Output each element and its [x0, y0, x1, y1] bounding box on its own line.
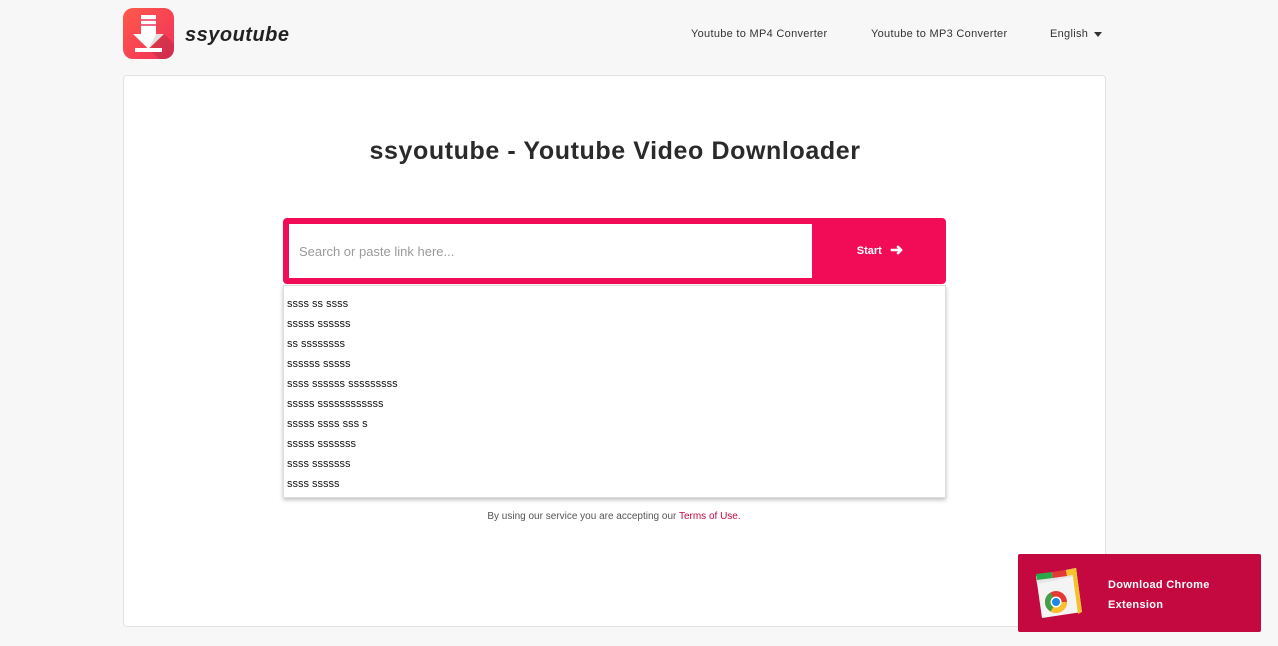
- suggestion-item[interactable]: ssss sssssss: [284, 454, 945, 474]
- suggestion-item[interactable]: ssssss sssss: [284, 354, 945, 374]
- terms-notice: By using our service you are accepting o…: [0, 511, 1228, 522]
- page-title: ssyoutube - Youtube Video Downloader: [369, 137, 861, 165]
- suggestion-item[interactable]: ss ssssssss: [284, 334, 945, 354]
- suggestion-item[interactable]: ssss sssss: [284, 474, 945, 494]
- suggestion-item[interactable]: sssss sssssss: [284, 434, 945, 454]
- suggestion-item[interactable]: sssss ssssssssssss: [284, 394, 945, 414]
- extension-banner-text: Download Chrome Extension: [1108, 575, 1210, 615]
- arrow-right-icon: ➜: [889, 242, 904, 259]
- start-button-label: Start: [856, 245, 882, 257]
- suggestion-item[interactable]: sssss ssss sss s: [284, 414, 945, 434]
- suggestion-item[interactable]: sssss ssssss: [284, 314, 945, 334]
- extension-line-2: Extension: [1108, 599, 1164, 611]
- nav-mp4-converter[interactable]: Youtube to MP4 Converter: [691, 28, 827, 40]
- header: ssyoutube Youtube to MP4 Converter Youtu…: [0, 0, 1278, 72]
- brand-name[interactable]: ssyoutube: [185, 24, 290, 47]
- terms-prefix: By using our service you are accepting o…: [487, 511, 679, 522]
- start-button[interactable]: Start ➜: [814, 218, 946, 284]
- suggestions-dropdown: ssss ss ssss sssss ssssss ss ssssssss ss…: [283, 285, 946, 498]
- nav-mp3-converter[interactable]: Youtube to MP3 Converter: [871, 28, 1007, 40]
- chrome-store-icon: [1036, 568, 1082, 618]
- suggestion-item[interactable]: ssss ss ssss: [284, 294, 945, 314]
- language-dropdown[interactable]: English: [1050, 28, 1103, 40]
- caret-down-icon: [1094, 31, 1103, 37]
- terms-link[interactable]: Terms of Use.: [679, 511, 741, 522]
- logo-download-icon[interactable]: [123, 8, 174, 59]
- search-bar: Start ➜: [283, 218, 946, 284]
- search-input[interactable]: [289, 224, 812, 278]
- language-label: English: [1050, 28, 1089, 40]
- chrome-extension-banner[interactable]: Download Chrome Extension: [1018, 554, 1261, 632]
- extension-line-1: Download Chrome: [1108, 579, 1210, 591]
- suggestion-item[interactable]: ssss ssssss sssssssss: [284, 374, 945, 394]
